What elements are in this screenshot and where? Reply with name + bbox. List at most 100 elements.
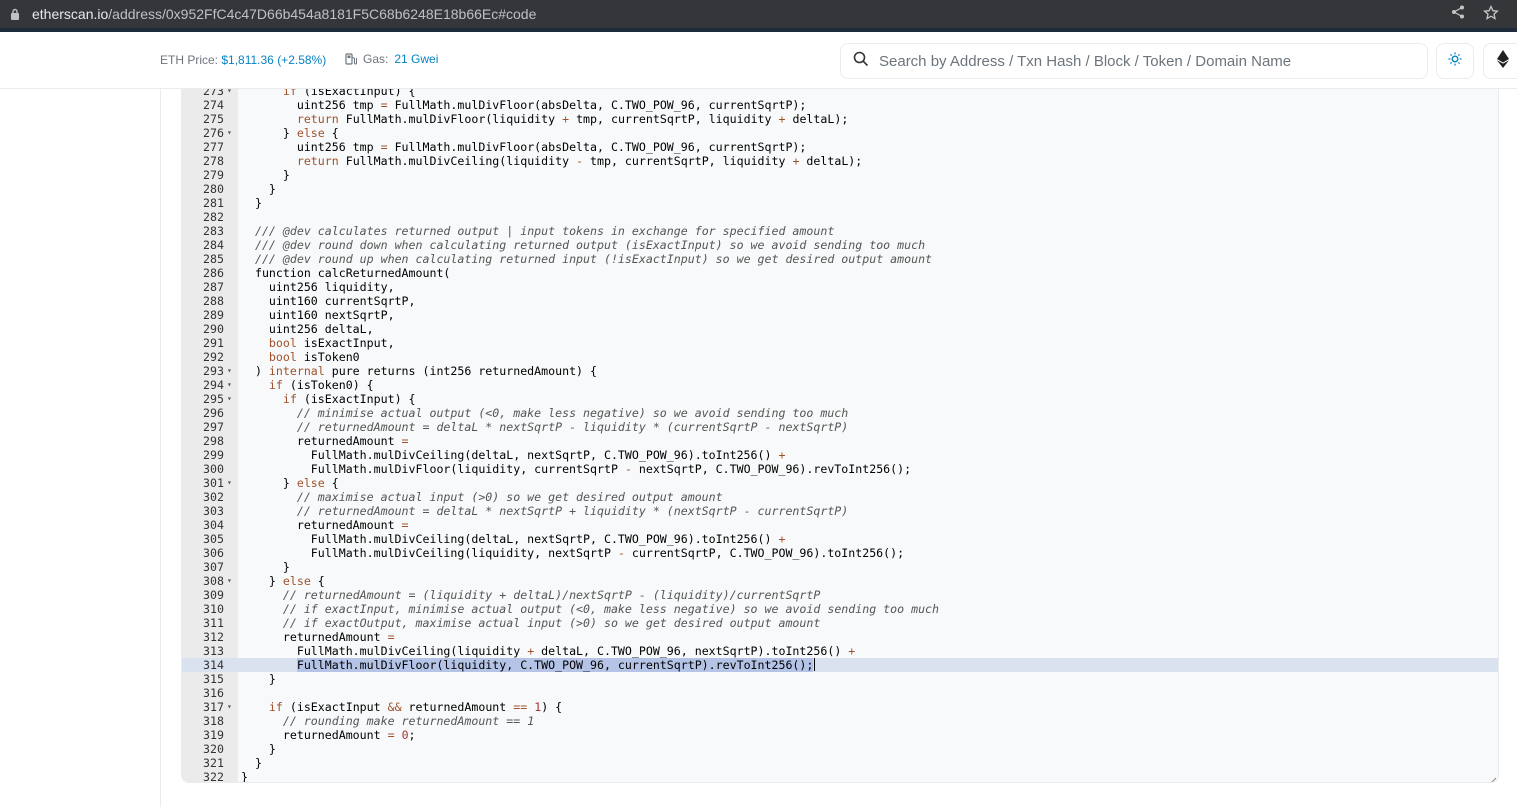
- code-text: // returnedAmount = deltaL * nextSqrtP +…: [296, 504, 849, 518]
- code-text: ) internal pure returns (int256 returned…: [241, 364, 597, 378]
- eth-price-value[interactable]: $1,811.36 (+2.58%): [221, 53, 326, 67]
- code-line[interactable]: 286 function calcReturnedAmount(: [182, 266, 1498, 280]
- code-line[interactable]: 288 uint160 currentSqrtP,: [182, 294, 1498, 308]
- code-line[interactable]: 312 returnedAmount =: [182, 630, 1498, 644]
- code-line[interactable]: 301 ▾ } else {: [182, 476, 1498, 490]
- line-number: 317: [203, 700, 224, 714]
- code-line[interactable]: 275 return FullMath.mulDivFloor(liquidit…: [182, 112, 1498, 126]
- code-line[interactable]: 283 /// @dev calculates returned output …: [182, 224, 1498, 238]
- code-line[interactable]: 304 returnedAmount =: [182, 518, 1498, 532]
- code-line[interactable]: 310 // if exactInput, minimise actual ou…: [182, 602, 1498, 616]
- code-line[interactable]: 276 ▾ } else {: [182, 126, 1498, 140]
- code-line[interactable]: 278 return FullMath.mulDivCeiling(liquid…: [182, 154, 1498, 168]
- code-text: } else {: [241, 574, 325, 588]
- line-number: 285: [203, 252, 224, 266]
- code-text: }: [241, 756, 262, 770]
- code-line-active[interactable]: 314 FullMath.mulDivFloor(liquidity, C.TW…: [182, 658, 1498, 672]
- code-line[interactable]: 321 }: [182, 756, 1498, 770]
- code-lines[interactable]: 273 ▾ if (isExactInput) {274 uint256 tmp …: [182, 89, 1498, 782]
- code-line[interactable]: 290 uint256 deltaL,: [182, 322, 1498, 336]
- search-box[interactable]: [840, 43, 1428, 79]
- code-line[interactable]: 296 // minimise actual output (<0, make …: [182, 406, 1498, 420]
- code-text: if (isExactInput && returnedAmount == 1)…: [268, 700, 563, 714]
- code-text: } else {: [241, 126, 339, 140]
- code-line[interactable]: 311 // if exactOutput, maximise actual i…: [182, 616, 1498, 630]
- code-text: uint256 liquidity,: [241, 280, 395, 294]
- fold-toggle-icon[interactable]: ▾: [227, 700, 235, 714]
- fold-toggle-icon[interactable]: ▾: [227, 89, 235, 98]
- line-number: 299: [203, 448, 224, 462]
- code-text: // returnedAmount = (liquidity + deltaL)…: [282, 588, 821, 602]
- code-line[interactable]: 280 }: [182, 182, 1498, 196]
- bookmark-star-icon[interactable]: [1483, 4, 1499, 26]
- code-line[interactable]: 277 uint256 tmp = FullMath.mulDivFloor(a…: [182, 140, 1498, 154]
- code-line[interactable]: 281 }: [182, 196, 1498, 210]
- line-number: 278: [203, 154, 224, 168]
- code-line[interactable]: 287 uint256 liquidity,: [182, 280, 1498, 294]
- fold-toggle-icon[interactable]: ▾: [227, 378, 235, 392]
- code-line[interactable]: 300 FullMath.mulDivFloor(liquidity, curr…: [182, 462, 1498, 476]
- code-line[interactable]: 302 // maximise actual input (>0) so we …: [182, 490, 1498, 504]
- code-line[interactable]: 295 ▾ if (isExactInput) {: [182, 392, 1498, 406]
- gas-value[interactable]: 21 Gwei: [394, 52, 438, 66]
- code-line[interactable]: 322}: [182, 770, 1498, 782]
- line-number: 281: [203, 196, 224, 210]
- code-line[interactable]: 285 /// @dev round up when calculating r…: [182, 252, 1498, 266]
- code-line[interactable]: 279 }: [182, 168, 1498, 182]
- line-number: 290: [203, 322, 224, 336]
- code-line[interactable]: 319 returnedAmount = 0;: [182, 728, 1498, 742]
- fold-toggle-icon[interactable]: ▾: [227, 126, 235, 140]
- code-line[interactable]: 294 ▾ if (isToken0) {: [182, 378, 1498, 392]
- url-text[interactable]: etherscan.io/address/0x952FfC4c47D66b454…: [32, 6, 536, 22]
- code-line[interactable]: 313 FullMath.mulDivCeiling(liquidity + d…: [182, 644, 1498, 658]
- code-line[interactable]: 317 ▾ if (isExactInput && returnedAmount …: [182, 700, 1498, 714]
- code-line[interactable]: 309 // returnedAmount = (liquidity + del…: [182, 588, 1498, 602]
- lock-icon[interactable]: [10, 8, 20, 20]
- site-header: ETH Price: $1,811.36 (+2.58%) Gas: 21 Gw…: [0, 32, 1517, 89]
- search-input[interactable]: [879, 52, 1399, 70]
- line-number: 291: [203, 336, 224, 350]
- code-line[interactable]: 306 FullMath.mulDivCeiling(liquidity, ne…: [182, 546, 1498, 560]
- code-text: // returnedAmount = deltaL * nextSqrtP -…: [296, 420, 849, 434]
- fold-toggle-icon[interactable]: ▾: [227, 364, 235, 378]
- network-switch-button[interactable]: [1483, 43, 1517, 79]
- code-text: }: [241, 560, 290, 574]
- code-line[interactable]: 293 ▾ ) internal pure returns (int256 ret…: [182, 364, 1498, 378]
- code-text: // if exactOutput, maximise actual input…: [282, 616, 821, 630]
- share-icon[interactable]: [1451, 5, 1465, 26]
- code-line[interactable]: 305 FullMath.mulDivCeiling(deltaL, nextS…: [182, 532, 1498, 546]
- code-line[interactable]: 297 // returnedAmount = deltaL * nextSqr…: [182, 420, 1498, 434]
- code-line[interactable]: 282: [182, 210, 1498, 224]
- code-line[interactable]: 318 // rounding make returnedAmount == 1: [182, 714, 1498, 728]
- ethereum-icon: [1497, 49, 1509, 73]
- code-text: if (isToken0) {: [268, 378, 374, 392]
- code-line[interactable]: 273 ▾ if (isExactInput) {: [182, 89, 1498, 98]
- code-line[interactable]: 291 bool isExactInput,: [182, 336, 1498, 350]
- code-line[interactable]: 320 }: [182, 742, 1498, 756]
- code-text: if (isExactInput) {: [282, 392, 416, 406]
- code-text: returnedAmount =: [241, 434, 409, 448]
- code-line[interactable]: 289 uint160 nextSqrtP,: [182, 308, 1498, 322]
- theme-toggle-button[interactable]: [1436, 43, 1474, 79]
- browser-address-bar[interactable]: etherscan.io/address/0x952FfC4c47D66b454…: [0, 0, 1517, 28]
- resize-handle-icon[interactable]: [1488, 772, 1497, 782]
- code-line[interactable]: 299 FullMath.mulDivCeiling(deltaL, nextS…: [182, 448, 1498, 462]
- code-line[interactable]: 292 bool isToken0: [182, 350, 1498, 364]
- code-line[interactable]: 307 }: [182, 560, 1498, 574]
- code-line[interactable]: 284 /// @dev round down when calculating…: [182, 238, 1498, 252]
- line-number: 283: [203, 224, 224, 238]
- code-line[interactable]: 315 }: [182, 672, 1498, 686]
- gas-pump-icon: [345, 53, 357, 65]
- line-number: 315: [203, 672, 224, 686]
- code-line[interactable]: 308 ▾ } else {: [182, 574, 1498, 588]
- code-text: uint256 tmp = FullMath.mulDivFloor(absDe…: [241, 140, 807, 154]
- code-line[interactable]: 298 returnedAmount =: [182, 434, 1498, 448]
- fold-toggle-icon[interactable]: ▾: [227, 574, 235, 588]
- fold-toggle-icon[interactable]: ▾: [227, 392, 235, 406]
- code-line[interactable]: 303 // returnedAmount = deltaL * nextSqr…: [182, 504, 1498, 518]
- code-line[interactable]: 274 uint256 tmp = FullMath.mulDivFloor(a…: [182, 98, 1498, 112]
- url-path: /address/0x952FfC4c47D66b454a8181F5C68b6…: [108, 6, 537, 22]
- code-line[interactable]: 316: [182, 686, 1498, 700]
- source-code-editor[interactable]: 273 ▾ if (isExactInput) {274 uint256 tmp …: [181, 89, 1499, 783]
- fold-toggle-icon[interactable]: ▾: [227, 476, 235, 490]
